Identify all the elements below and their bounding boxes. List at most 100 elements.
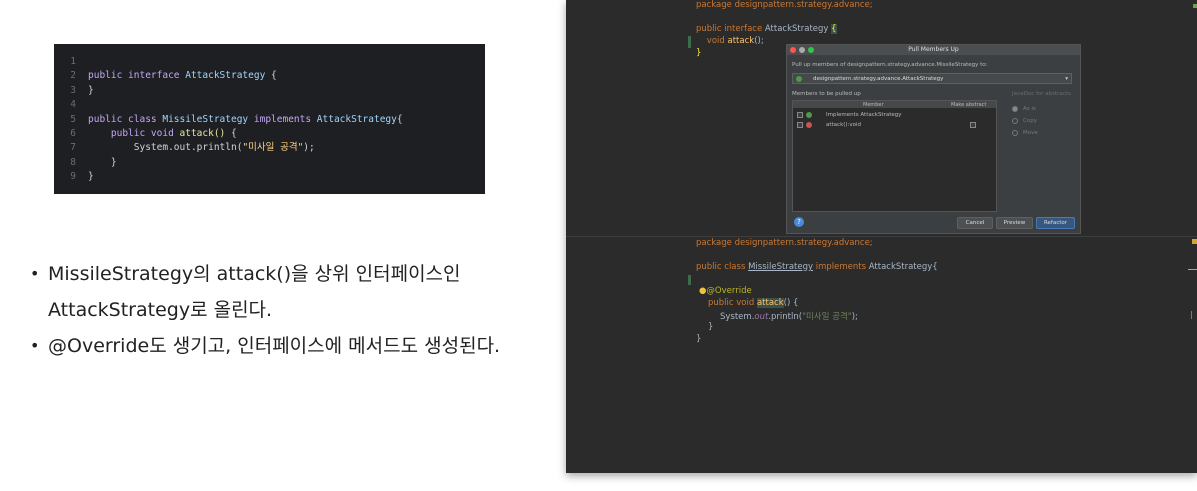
inspection-ok-marker <box>1193 4 1197 8</box>
code-token: public class <box>88 113 163 125</box>
lower-method-keyword: public void <box>708 298 757 308</box>
refactor-button[interactable]: Refactor <box>1036 217 1075 229</box>
snippet-line: 5 public class MissileStrategy implements… <box>54 113 485 127</box>
lower-editor: package designpattern.strategy.advance; … <box>566 237 1197 473</box>
code-token: } <box>88 171 94 183</box>
method-name: attack <box>727 36 755 46</box>
code-token: { <box>225 127 237 139</box>
members-table-header: Member Make abstract <box>793 101 996 108</box>
member-1-label: Implements AttackStrategy <box>826 112 902 118</box>
line-code: } <box>88 156 117 170</box>
line-code: System.out.println("미사일 공격"); <box>88 141 315 155</box>
member-row-1[interactable]: Implements AttackStrategy <box>796 111 991 119</box>
implements-keyword: implements <box>813 262 869 272</box>
line-number: 2 <box>70 70 76 82</box>
member-2-label: attack():void <box>826 122 862 128</box>
dialog-titlebar: Pull Members Up <box>787 45 1080 55</box>
code-token: implements <box>248 113 317 125</box>
bullet-item-1: MissileStrategy의 attack()을 상위 인터페이스인 Att… <box>30 256 550 328</box>
javadoc-label: JavaDoc for abstracts <box>1012 91 1071 97</box>
member-2-checkbox[interactable] <box>797 122 803 128</box>
code-snippet: 1 2 public interface AttackStrategy {3} 4 5 p… <box>54 44 485 194</box>
change-marker <box>688 36 691 48</box>
cancel-button[interactable]: Cancel <box>957 217 993 229</box>
chevron-down-icon: ▾ <box>1065 76 1068 82</box>
lower-method-rest: () { <box>783 298 799 308</box>
code-token: attack() <box>179 127 226 139</box>
println-system: System. <box>720 312 755 322</box>
interface-keyword: public interface <box>696 24 765 34</box>
snippet-line: 3} <box>54 84 485 98</box>
snippet-line: 4 <box>54 98 485 112</box>
code-token: ); <box>303 142 315 154</box>
code-token: MissileStrategy <box>162 113 249 125</box>
println-line: System.out.println("미사일 공격"); <box>720 310 858 322</box>
code-token: { <box>396 113 403 125</box>
selected-target: designpattern.strategy.advance.AttackStr… <box>813 76 944 82</box>
line-number: 4 <box>70 99 76 111</box>
line-number: 6 <box>70 127 76 139</box>
line-code: public class MissileStrategy implements … <box>88 113 403 127</box>
snippet-line: 2 public interface AttackStrategy { <box>54 69 485 83</box>
pull-up-label: Pull up members of designpattern.strateg… <box>792 62 988 68</box>
line-number: 5 <box>70 113 76 125</box>
code-token: AttackStrategy <box>316 113 397 125</box>
snippet-line: 1 <box>54 55 485 69</box>
override-line: ●@Override <box>699 286 752 296</box>
pull-members-up-dialog: Pull Members Up Pull up members of desig… <box>786 44 1081 234</box>
member-1-checkbox[interactable] <box>797 112 803 118</box>
interface-name: AttackStrategy <box>764 24 832 34</box>
bullet-list: MissileStrategy의 attack()을 상위 인터페이스인 Att… <box>30 256 550 364</box>
radio-as-is-label: As is <box>1023 106 1036 112</box>
class-keyword: public class <box>696 262 749 272</box>
lower-close-line: } <box>696 334 702 344</box>
top-method-line: void attack(); <box>696 36 764 46</box>
interface-icon <box>796 76 802 82</box>
method-icon <box>806 122 812 128</box>
line-code: } <box>88 170 94 184</box>
target-class-select[interactable]: designpattern.strategy.advance.AttackStr… <box>792 73 1072 84</box>
println-string: "미사일 공격" <box>802 312 852 322</box>
snippet-line: 9} <box>54 170 485 184</box>
col-member: Member <box>863 102 884 108</box>
code-token: "미사일 공격" <box>242 142 304 154</box>
inner-close-line: } <box>708 322 714 332</box>
top-interface-line: public interface AttackStrategy { <box>696 24 837 34</box>
line-code: public void attack() { <box>88 127 237 141</box>
top-package-text: package designpattern.strategy.advance; <box>696 0 873 10</box>
make-abstract-checkbox[interactable] <box>970 122 976 128</box>
line-number: 9 <box>70 171 76 183</box>
top-package-line: package designpattern.strategy.advance; <box>696 0 873 10</box>
radio-as-is[interactable] <box>1012 106 1018 112</box>
preview-button[interactable]: Preview <box>996 217 1033 229</box>
code-token: AttackStrategy <box>185 70 266 82</box>
lower-class-line: public class MissileStrategy implements … <box>696 262 938 272</box>
bullet-item-2: @Override도 생기고, 인터페이스에 메서드도 생성된다. <box>30 328 550 364</box>
interface-icon <box>806 112 812 118</box>
dialog-title: Pull Members Up <box>908 46 959 53</box>
lower-package-text: package designpattern.strategy.advance; <box>696 238 873 248</box>
member-row-2[interactable]: attack():void <box>796 121 991 129</box>
code-token: public interface <box>88 70 186 82</box>
code-token: public void <box>88 127 180 139</box>
println-end: ); <box>851 312 858 322</box>
members-label: Members to be pulled up <box>792 91 861 97</box>
radio-copy-label: Copy <box>1023 118 1037 124</box>
lower-change-marker <box>688 275 691 285</box>
snippet-line: 6 public void attack() { <box>54 127 485 141</box>
help-icon[interactable]: ? <box>794 217 804 227</box>
code-token: System.out.println( <box>88 142 243 154</box>
class-name: MissileStrategy <box>748 262 814 272</box>
lower-method-name: attack <box>756 298 784 308</box>
warning-stripe <box>1188 269 1197 270</box>
radio-move[interactable] <box>1012 130 1018 136</box>
warning-marker <box>1192 239 1197 244</box>
top-close-line: } <box>696 48 702 58</box>
lower-method-line: public void attack() { <box>708 298 798 308</box>
interface-brace: { <box>831 24 837 34</box>
line-number: 7 <box>70 142 76 154</box>
method-keyword: void <box>696 36 728 46</box>
code-token: { <box>265 70 277 82</box>
radio-copy[interactable] <box>1012 118 1018 124</box>
snippet-line: 8 } <box>54 156 485 170</box>
